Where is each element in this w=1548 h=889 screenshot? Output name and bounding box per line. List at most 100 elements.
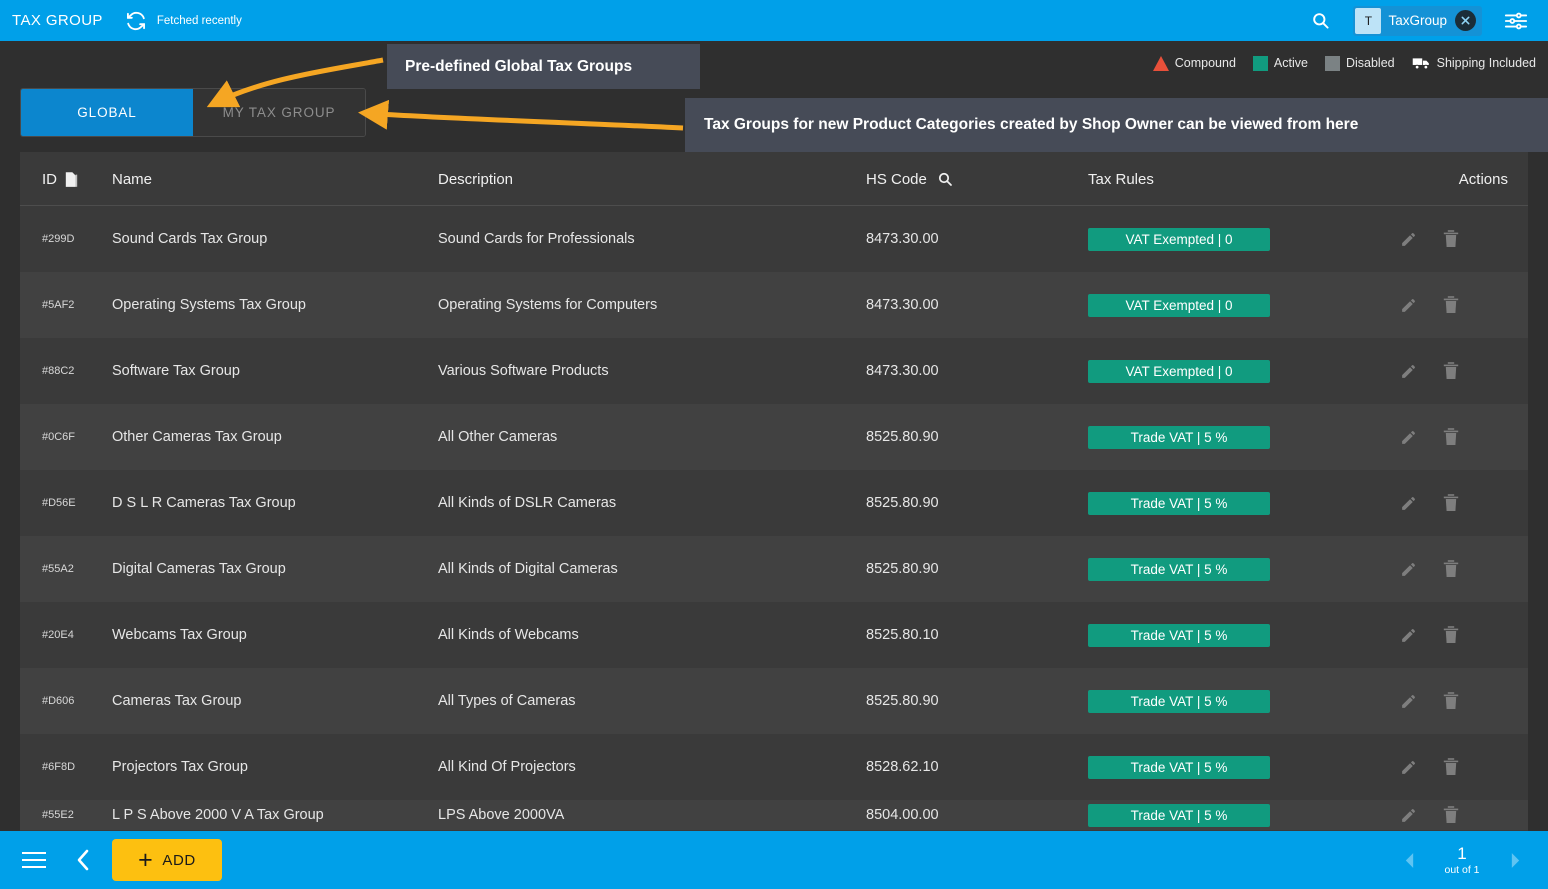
close-icon[interactable] [1455,10,1476,31]
delete-button[interactable] [1443,428,1459,446]
cell-tax-rules: VAT Exempted | 0 [1088,359,1400,383]
column-header-id: ID [20,171,112,188]
edit-button[interactable] [1400,693,1417,710]
cell-id: #0C6F [42,431,76,443]
pagination-prev-button[interactable] [1392,843,1426,877]
compound-triangle-icon [1152,55,1169,71]
delete-button[interactable] [1443,758,1459,776]
trash-icon [1443,692,1459,709]
cell-hs-code: 8473.30.00 [866,231,939,247]
cell-hs-code: 8525.80.90 [866,495,939,511]
table-row[interactable]: #D56E D S L R Cameras Tax Group All Kinds … [20,470,1528,536]
delete-button[interactable] [1443,230,1459,248]
table-row[interactable]: #299D Sound Cards Tax Group Sound Cards fo… [20,206,1528,272]
edit-button[interactable] [1400,759,1417,776]
edit-button[interactable] [1400,231,1417,248]
edit-button[interactable] [1400,363,1417,380]
legend-item-active: Active [1252,55,1308,71]
tab-bar: GLOBAL MY TAX GROUP [20,88,366,137]
copy-icon[interactable] [65,171,78,187]
truck-icon [1412,57,1429,70]
cell-description: All Kinds of Digital Cameras [438,561,618,577]
callout-my-tax-group-info: Tax Groups for new Product Categories cr… [685,98,1548,152]
tax-rule-badge[interactable]: VAT Exempted | 0 [1088,293,1270,317]
top-header-bar: TAX GROUP Fetched recently T TaxGroup [0,0,1548,41]
edit-button[interactable] [1400,561,1417,578]
add-button[interactable]: + ADD [112,839,222,881]
cell-tax-rules: Trade VAT | 5 % [1088,755,1400,779]
cell-description: All Kinds of DSLR Cameras [438,495,617,511]
tax-rule-badge[interactable]: VAT Exempted | 0 [1088,359,1270,383]
tax-rule-badge[interactable]: Trade VAT | 5 % [1088,803,1270,827]
tax-rule-badge[interactable]: Trade VAT | 5 % [1088,491,1270,515]
tab-global[interactable]: GLOBAL [21,89,193,136]
tax-rule-badge[interactable]: Trade VAT | 5 % [1088,557,1270,581]
legend-label: Active [1273,56,1308,70]
search-icon[interactable] [937,171,953,187]
arrow-to-my-tax-group-tab [358,99,684,131]
cell-actions [1400,296,1528,314]
edit-button[interactable] [1400,495,1417,512]
delete-button[interactable] [1443,806,1459,824]
pencil-icon [1402,496,1415,510]
cell-actions [1400,626,1528,644]
delete-button[interactable] [1443,296,1459,314]
pagination-next-button[interactable] [1498,843,1532,877]
cell-name: Operating Systems Tax Group [112,297,306,313]
cell-tax-rules: Trade VAT | 5 % [1088,425,1400,449]
cell-hs-code: 8525.80.90 [866,693,939,709]
pencil-icon [1402,364,1415,378]
tax-rule-badge[interactable]: Trade VAT | 5 % [1088,689,1270,713]
taxgroup-filter-chip[interactable]: T TaxGroup [1353,5,1482,36]
table-row[interactable]: #5AF2 Operating Systems Tax Group Operatin… [20,272,1528,338]
pencil-icon [1402,562,1415,576]
edit-button[interactable] [1400,429,1417,446]
cell-hs-code: 8528.62.10 [866,759,939,775]
cell-actions [1400,758,1528,776]
tax-rule-badge[interactable]: Trade VAT | 5 % [1088,623,1270,647]
tax-rule-badge[interactable]: VAT Exempted | 0 [1088,227,1270,251]
tax-rule-badge[interactable]: Trade VAT | 5 % [1088,425,1270,449]
cell-name: Digital Cameras Tax Group [112,561,286,577]
column-header-id-label: ID [42,170,57,188]
delete-button[interactable] [1443,494,1459,512]
cell-tax-rules: Trade VAT | 5 % [1088,491,1400,515]
cell-id: #88C2 [42,365,75,377]
search-icon[interactable] [1303,4,1337,38]
hamburger-menu-icon[interactable] [8,852,60,868]
cell-actions [1400,494,1528,512]
delete-button[interactable] [1443,626,1459,644]
trash-icon [1443,494,1459,511]
refresh-icon[interactable] [125,10,147,32]
table-row[interactable]: #20E4 Webcams Tax Group All Kinds of Webca… [20,602,1528,668]
column-header-name: Name [112,170,153,188]
delete-button[interactable] [1443,692,1459,710]
disabled-square-icon [1324,55,1340,71]
trash-icon [1443,296,1459,313]
cell-actions [1400,692,1528,710]
cell-description: All Types of Cameras [438,693,576,709]
edit-button[interactable] [1400,807,1417,824]
table-row[interactable]: #0C6F Other Cameras Tax Group All Other Ca… [20,404,1528,470]
cell-id: #6F8D [42,761,76,773]
chevron-left-icon[interactable] [60,849,106,871]
cell-tax-rules: Trade VAT | 5 % [1088,803,1400,827]
tax-rule-badge[interactable]: Trade VAT | 5 % [1088,755,1270,779]
table-row[interactable]: #55E2 L P S Above 2000 V A Tax Group LPS A… [20,800,1528,830]
filter-settings-icon[interactable] [1496,4,1536,38]
cell-description: Various Software Products [438,363,609,379]
edit-button[interactable] [1400,297,1417,314]
delete-button[interactable] [1443,560,1459,578]
table-row[interactable]: #88C2 Software Tax Group Various Software … [20,338,1528,404]
table-row[interactable]: #D606 Cameras Tax Group All Types of Camer… [20,668,1528,734]
chip-label: TaxGroup [1388,13,1447,28]
table-row[interactable]: #55A2 Digital Cameras Tax Group All Kinds … [20,536,1528,602]
cell-name: Projectors Tax Group [112,759,248,775]
delete-button[interactable] [1443,362,1459,380]
table-row[interactable]: #6F8D Projectors Tax Group All Kind Of Pro… [20,734,1528,800]
cell-description: Operating Systems for Computers [438,297,658,313]
legend-item-shipping-included: Shipping Included [1412,56,1536,71]
pencil-icon [1402,298,1415,312]
edit-button[interactable] [1400,627,1417,644]
tab-my-tax-group[interactable]: MY TAX GROUP [193,89,365,136]
